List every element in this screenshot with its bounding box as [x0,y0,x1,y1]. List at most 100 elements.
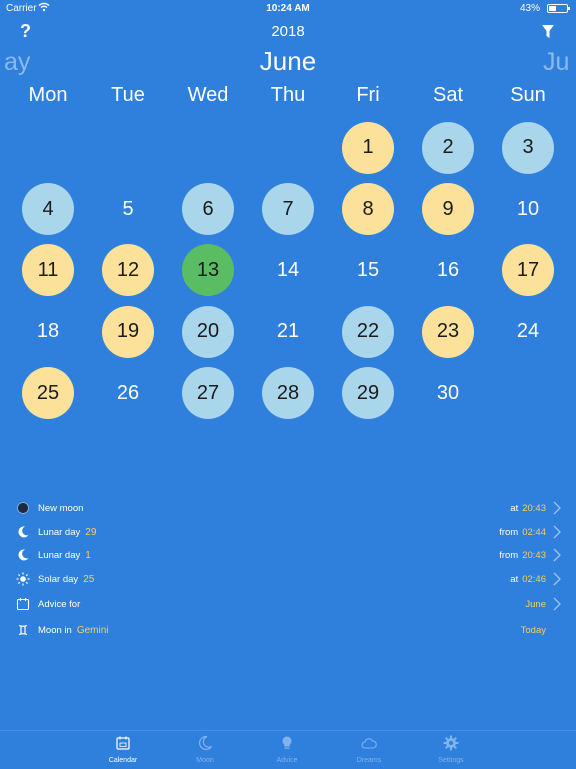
weekday-tue: Tue [111,84,145,106]
empty-day-cell [88,117,168,178]
tab-advice[interactable]: Advice [247,731,327,769]
filter-icon[interactable] [542,25,554,39]
day-1[interactable]: 1 [342,121,394,174]
day-cell: 25 [8,363,88,424]
day-25[interactable]: 25 [22,367,74,420]
day-cell: 24 [488,301,568,362]
crescent-moon-icon [18,526,29,538]
solar-day-number: 25 [83,574,95,585]
gemini-sign-icon [18,624,28,636]
tab-settings[interactable]: Settings [411,731,491,769]
day-cell: 27 [168,363,248,424]
day-5[interactable]: 5 [102,183,154,235]
day-6[interactable]: 6 [182,183,234,236]
tab-label: Settings [438,757,464,764]
day-11[interactable]: 11 [22,244,74,297]
day-4[interactable]: 4 [22,183,74,236]
tab-bar: Calendar Moon Advice Dreams Settings [0,730,576,768]
chevron-right-icon [553,572,561,586]
day-cell: 19 [88,301,168,362]
day-14[interactable]: 14 [262,244,314,296]
day-18[interactable]: 18 [22,306,74,358]
event-time: at 20:43 [510,503,546,514]
lunar-day-number: 29 [85,527,97,538]
calendar-icon [16,598,30,611]
day-19[interactable]: 19 [102,305,154,358]
event-moon-in[interactable]: Moon in Gemini Today [0,618,576,642]
event-label: Advice for [38,599,81,610]
cloud-icon [361,738,377,749]
event-value: June [525,599,546,610]
day-cell: 15 [328,240,408,301]
day-21[interactable]: 21 [262,306,314,358]
day-9[interactable]: 9 [422,183,474,236]
chevron-right-icon [553,548,561,562]
event-lunar-day-29[interactable]: Lunar day 29 from 02:44 [0,520,576,544]
day-cell: 1 [328,117,408,178]
tab-dreams[interactable]: Dreams [329,731,409,769]
weekday-header: Mon Tue Wed Thu Fri Sat Sun [8,84,568,107]
tab-calendar[interactable]: Calendar [83,731,163,769]
day-16[interactable]: 16 [422,244,474,296]
weekday-thu: Thu [270,84,306,106]
day-20[interactable]: 20 [182,305,234,358]
day-2[interactable]: 2 [422,121,474,174]
day-7[interactable]: 7 [262,183,314,236]
day-27[interactable]: 27 [182,367,234,420]
event-advice[interactable]: Advice for June [0,592,576,616]
day-15[interactable]: 15 [342,244,394,296]
gear-icon [443,735,459,751]
day-cell: 6 [168,178,248,239]
weekday-wed: Wed [187,84,229,106]
weekday-mon: Mon [28,84,68,106]
empty-day-cell [248,117,328,178]
event-label: Moon in [38,625,72,636]
day-26[interactable]: 26 [102,367,154,419]
lunar-day-number: 1 [85,550,91,561]
tab-label: Moon [196,757,214,764]
event-label: Solar day [38,574,79,585]
day-cell: 20 [168,301,248,362]
event-new-moon[interactable]: New moon at 20:43 [0,496,576,520]
day-17[interactable]: 17 [502,244,554,297]
event-time: from 20:43 [499,550,546,561]
day-8[interactable]: 8 [342,183,394,236]
day-28[interactable]: 28 [262,367,314,420]
new-moon-icon [17,502,29,514]
day-cell: 26 [88,363,168,424]
weekday-sat: Sat [432,84,464,106]
day-29[interactable]: 29 [342,367,394,420]
day-cell: 12 [88,240,168,301]
next-month[interactable]: Ju [543,48,569,77]
day-cell: 23 [408,301,488,362]
day-13[interactable]: 13 [182,244,234,297]
clock: 10:24 AM [266,3,310,14]
day-10[interactable]: 10 [502,183,554,235]
empty-day-cell [168,117,248,178]
nav-bar: ? 2018 [0,18,576,46]
day-cell: 16 [408,240,488,301]
battery-icon [547,4,570,13]
event-solar-day[interactable]: Solar day 25 at 02:46 [0,567,576,591]
event-label: Lunar day [38,550,81,561]
day-24[interactable]: 24 [502,306,554,358]
day-22[interactable]: 22 [342,305,394,358]
event-label: New moon [38,503,84,514]
tab-moon[interactable]: Moon [165,731,245,769]
day-cell: 4 [8,178,88,239]
day-23[interactable]: 23 [422,305,474,358]
day-cell: 3 [488,117,568,178]
day-3[interactable]: 3 [502,121,554,174]
day-cell: 2 [408,117,488,178]
tab-label: Dreams [356,757,382,764]
crescent-moon-icon [18,549,29,561]
day-cell: 10 [488,178,568,239]
chevron-right-icon [553,525,561,539]
day-30[interactable]: 30 [422,367,474,419]
day-cell: 17 [488,240,568,301]
sun-icon [16,572,30,586]
event-time: at 02:46 [510,574,546,585]
event-lunar-day-1[interactable]: Lunar day 1 from 20:43 [0,543,576,567]
month-selector: ay June Ju [0,44,576,78]
day-12[interactable]: 12 [102,244,154,297]
